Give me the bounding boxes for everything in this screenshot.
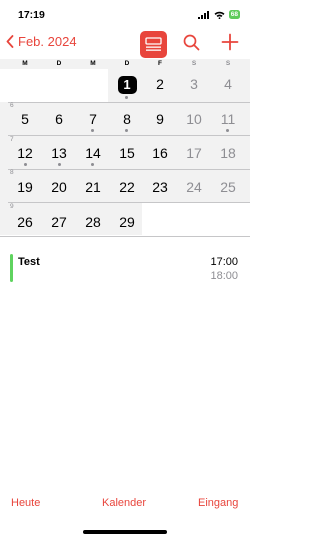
weekday-wed: M [90, 60, 96, 67]
week-separator [8, 169, 250, 170]
event-dot [226, 129, 229, 132]
plus-icon [221, 33, 239, 51]
event-dot [24, 163, 27, 166]
day-cell[interactable]: 28 [76, 214, 110, 230]
bottom-toolbar: Heute Kalender Eingang [0, 491, 250, 521]
day-cell-today[interactable]: 1 [110, 76, 144, 94]
status-bar: 17:19 68 [0, 0, 250, 28]
day-cell[interactable]: 17 [177, 145, 211, 161]
event-start-time: 17:00 [210, 256, 238, 268]
day-cell[interactable]: 27 [42, 214, 76, 230]
grid-divider [0, 236, 250, 237]
calendars-button[interactable]: Kalender [102, 497, 146, 509]
weekday-thu: D [124, 60, 130, 67]
day-cell[interactable]: 7 [76, 111, 110, 127]
day-cell[interactable]: 8 [110, 111, 144, 127]
event-title: Test [18, 256, 40, 268]
day-cell[interactable]: 3 [177, 76, 211, 92]
day-cell[interactable]: 29 [110, 214, 144, 230]
event-list-item[interactable]: Test 17:00 18:00 [0, 254, 250, 284]
empty-leading-days [0, 69, 108, 102]
day-cell[interactable]: 13 [42, 145, 76, 161]
wifi-icon [214, 11, 225, 19]
battery-indicator: 68 [228, 10, 240, 19]
day-cell[interactable]: 6 [42, 111, 76, 127]
day-cell[interactable]: 21 [76, 179, 110, 195]
day-cell[interactable]: 20 [42, 179, 76, 195]
weekday-sat: S [191, 60, 197, 67]
calendar-color-bar [10, 254, 13, 282]
back-button[interactable]: Feb. 2024 [6, 34, 77, 49]
day-cell[interactable]: 22 [110, 179, 144, 195]
day-cell[interactable]: 26 [8, 214, 42, 230]
chevron-left-icon [6, 35, 14, 48]
status-icons: 68 [197, 10, 240, 19]
empty-trailing-days [142, 202, 250, 235]
nav-bar: Feb. 2024 [0, 30, 250, 58]
event-dot [91, 129, 94, 132]
day-cell[interactable]: 24 [177, 179, 211, 195]
event-dot [125, 129, 128, 132]
day-cell[interactable]: 12 [8, 145, 42, 161]
day-cell[interactable]: 2 [143, 76, 177, 92]
day-cell[interactable]: 19 [8, 179, 42, 195]
day-cell[interactable]: 10 [177, 111, 211, 127]
search-button[interactable] [183, 34, 200, 56]
week-number: 6 [10, 102, 14, 109]
week-number: 7 [10, 136, 14, 143]
weekday-header: M D M D F S S [0, 59, 250, 69]
week-number: 9 [10, 203, 14, 210]
day-cell[interactable]: 23 [143, 179, 177, 195]
inbox-button[interactable]: Eingang [198, 497, 238, 509]
week-separator [8, 102, 250, 103]
day-cell[interactable]: 5 [8, 111, 42, 127]
weekday-mon: M [22, 60, 28, 67]
event-dot [91, 163, 94, 166]
day-cell[interactable]: 14 [76, 145, 110, 161]
list-view-icon [145, 37, 162, 51]
home-indicator[interactable] [83, 530, 167, 534]
weekday-tue: D [56, 60, 62, 67]
day-cell[interactable]: 25 [211, 179, 245, 195]
weekday-fri: F [158, 60, 162, 67]
signal-icon [197, 10, 209, 19]
week-separator [8, 202, 250, 203]
event-dot [125, 96, 128, 99]
event-end-time: 18:00 [210, 270, 238, 282]
day-cell[interactable]: 15 [110, 145, 144, 161]
today-button[interactable]: Heute [11, 497, 40, 509]
add-event-button[interactable] [221, 33, 239, 56]
month-grid: 1 2 3 4 6 5 6 7 8 9 10 11 7 12 13 14 15 … [0, 69, 250, 235]
week-separator [8, 135, 250, 136]
day-cell[interactable]: 16 [143, 145, 177, 161]
list-view-toggle-button[interactable] [140, 31, 167, 58]
search-icon [183, 34, 200, 51]
status-time: 17:19 [18, 9, 45, 21]
day-cell[interactable]: 9 [143, 111, 177, 127]
day-cell[interactable]: 18 [211, 145, 245, 161]
week-number: 8 [10, 169, 14, 176]
day-cell[interactable]: 4 [211, 76, 245, 92]
weekday-sun: S [225, 60, 231, 67]
event-dot [58, 163, 61, 166]
month-label: Feb. 2024 [18, 34, 77, 49]
day-cell[interactable]: 11 [211, 111, 245, 127]
